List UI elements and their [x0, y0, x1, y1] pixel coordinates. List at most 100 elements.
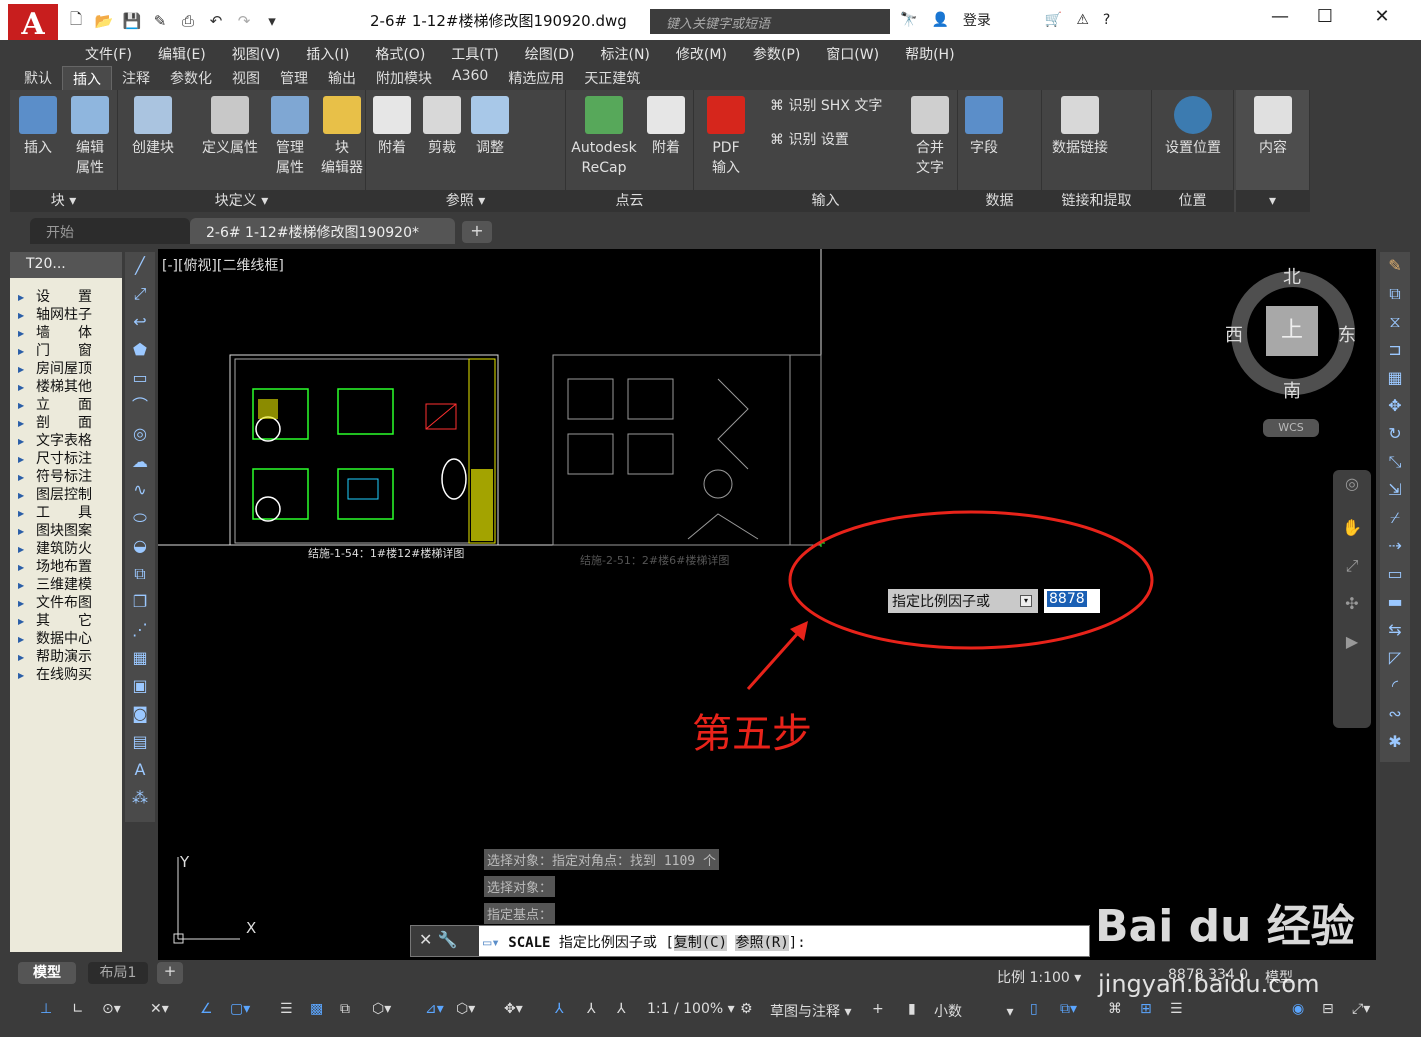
- palette-item[interactable]: 墙 体: [10, 324, 122, 343]
- fillet-icon[interactable]: ◜: [1380, 672, 1410, 700]
- ucs-icon[interactable]: ⊥: [40, 1001, 52, 1017]
- ortho-icon[interactable]: ∟: [72, 1001, 84, 1017]
- ribbon-tab[interactable]: 精选应用: [498, 66, 574, 90]
- palette-item[interactable]: 帮助演示: [10, 648, 122, 667]
- ribbon-tab[interactable]: 视图: [222, 66, 270, 90]
- gizmo-icon[interactable]: ✥▾: [504, 1001, 523, 1017]
- menu-item[interactable]: 绘图(D): [512, 40, 588, 66]
- polyline-icon[interactable]: ↩: [125, 308, 155, 336]
- menu-item[interactable]: 窗口(W): [813, 40, 892, 66]
- multiline-text-icon[interactable]: A: [125, 756, 155, 784]
- palette-item[interactable]: 在线购买: [10, 666, 122, 685]
- ribbon-tab[interactable]: 输出: [318, 66, 366, 90]
- maximize-button[interactable]: ☐: [1305, 6, 1345, 34]
- save-as-icon[interactable]: ✎: [148, 9, 172, 33]
- stretch-icon[interactable]: ⇲: [1380, 476, 1410, 504]
- revcloud-icon[interactable]: ☁: [125, 448, 155, 476]
- hardware-acceleration-icon[interactable]: ⊞: [1140, 1001, 1152, 1017]
- tab-start[interactable]: 开始: [30, 218, 190, 244]
- erase-icon[interactable]: ✎: [1380, 252, 1410, 280]
- block-editor-button[interactable]: 块编辑器: [318, 96, 366, 178]
- osnap-tracking-icon[interactable]: ✕▾: [150, 1001, 169, 1017]
- selection-cycling-icon[interactable]: ⧉: [340, 1001, 350, 1017]
- menu-item[interactable]: 工具(T): [438, 40, 511, 66]
- palette-title[interactable]: T20...: [10, 252, 122, 278]
- lock-ui-icon[interactable]: ⧉▾: [1060, 1001, 1077, 1017]
- set-location-button[interactable]: 设置位置: [1156, 96, 1230, 158]
- search-input[interactable]: 键入关键字或短语: [650, 9, 890, 34]
- attach-reference-button[interactable]: 附着: [372, 96, 412, 158]
- trim-icon[interactable]: ⌿: [1380, 504, 1410, 532]
- palette-item[interactable]: 楼梯其他: [10, 378, 122, 397]
- help-icon[interactable]: ?: [1103, 12, 1110, 28]
- palette-item[interactable]: 设 置: [10, 288, 122, 307]
- ribbon-tab[interactable]: 管理: [270, 66, 318, 90]
- palette-item[interactable]: 图层控制: [10, 486, 122, 505]
- menu-item[interactable]: 插入(I): [293, 40, 362, 66]
- lineweight-icon[interactable]: ☰: [280, 1001, 293, 1017]
- new-file-icon[interactable]: 🗋: [64, 9, 88, 33]
- table-icon[interactable]: ▤: [125, 728, 155, 756]
- option-copy[interactable]: 复制(C): [673, 935, 728, 951]
- ellipse-icon[interactable]: ⬭: [125, 504, 155, 532]
- data-link-button[interactable]: 数据链接: [1046, 96, 1114, 158]
- ellipse-arc-icon[interactable]: ◒: [125, 532, 155, 560]
- construction-line-icon[interactable]: ⤢: [125, 280, 155, 308]
- annotation-visibility-icon[interactable]: ⅄: [555, 1001, 564, 1017]
- ribbon-tab[interactable]: 天正建筑: [574, 66, 650, 90]
- close-icon[interactable]: ✕: [419, 930, 432, 949]
- clip-button[interactable]: 剪裁: [422, 96, 462, 158]
- minimize-button[interactable]: —: [1260, 6, 1300, 34]
- compass-east[interactable]: 东: [1338, 321, 1356, 347]
- clean-screen-icon[interactable]: ☰: [1170, 1001, 1183, 1017]
- customization-icon[interactable]: ⊟: [1322, 1001, 1334, 1017]
- offset-icon[interactable]: ⊐: [1380, 336, 1410, 364]
- workspace-gear-icon[interactable]: ⚙: [740, 1001, 753, 1017]
- palette-item[interactable]: 文件布图: [10, 594, 122, 613]
- ribbon-tab[interactable]: 注释: [112, 66, 160, 90]
- scale-icon[interactable]: ⤡: [1380, 448, 1410, 476]
- palette-item[interactable]: 建筑防火: [10, 540, 122, 559]
- region-icon[interactable]: ◙: [125, 700, 155, 728]
- insert-block-button[interactable]: 插入: [18, 96, 58, 158]
- orbit-icon[interactable]: ✣: [1337, 590, 1367, 618]
- pan-icon[interactable]: ✋: [1337, 514, 1367, 542]
- create-block-button[interactable]: 创建块: [128, 96, 178, 158]
- binoculars-icon[interactable]: 🔭: [900, 12, 917, 28]
- menu-item[interactable]: 文件(F): [72, 40, 145, 66]
- hatch-icon[interactable]: ▦: [125, 644, 155, 672]
- tianzheng-status-icon[interactable]: ◉: [1292, 1001, 1304, 1017]
- palette-item[interactable]: 房间屋顶: [10, 360, 122, 379]
- palette-item[interactable]: 尺寸标注: [10, 450, 122, 469]
- merge-text-button[interactable]: 合并 文字: [910, 96, 950, 178]
- panel-title-block-def[interactable]: 块定义 ▾: [118, 190, 365, 212]
- save-icon[interactable]: 💾: [120, 9, 144, 33]
- rotate-icon[interactable]: ↻: [1380, 420, 1410, 448]
- annotation-monitor-icon[interactable]: +: [872, 1001, 884, 1017]
- undo-icon[interactable]: ↶: [204, 9, 228, 33]
- palette-item[interactable]: 工 具: [10, 504, 122, 523]
- polar-icon[interactable]: ⊙▾: [102, 1001, 121, 1017]
- palette-item[interactable]: 其 它: [10, 612, 122, 631]
- join-icon[interactable]: ⇆: [1380, 616, 1410, 644]
- define-attribute-button[interactable]: 定义属性: [198, 96, 262, 158]
- menu-item[interactable]: 视图(V): [219, 40, 294, 66]
- polygon-icon[interactable]: ⬟: [125, 336, 155, 364]
- menu-item[interactable]: 参数(P): [740, 40, 813, 66]
- break-point-icon[interactable]: ▭: [1380, 560, 1410, 588]
- prompt-dropdown-icon[interactable]: ▾: [1020, 595, 1032, 607]
- tab-layout1[interactable]: 布局1: [88, 962, 148, 984]
- mirror-icon[interactable]: ⧖: [1380, 308, 1410, 336]
- recognize-settings-button[interactable]: ⌘ 识别 设置: [770, 130, 890, 150]
- annotation-scale[interactable]: 比例 1:100 ▾: [997, 967, 1081, 987]
- annotation-scale-icon[interactable]: ⅄: [617, 1001, 626, 1017]
- menu-item[interactable]: 编辑(E): [145, 40, 219, 66]
- zoom-extents-icon[interactable]: ⤢: [1337, 552, 1367, 580]
- compass-north[interactable]: 北: [1283, 263, 1301, 289]
- copy-icon[interactable]: ⧉: [1380, 280, 1410, 308]
- adjust-button[interactable]: 调整: [470, 96, 510, 158]
- isodraft-icon[interactable]: ∠: [200, 1001, 213, 1017]
- units-selector[interactable]: 小数 ▾: [934, 1001, 1013, 1021]
- content-button[interactable]: 内容: [1250, 96, 1296, 158]
- autodesk-recap-button[interactable]: Autodesk ReCap: [568, 96, 640, 178]
